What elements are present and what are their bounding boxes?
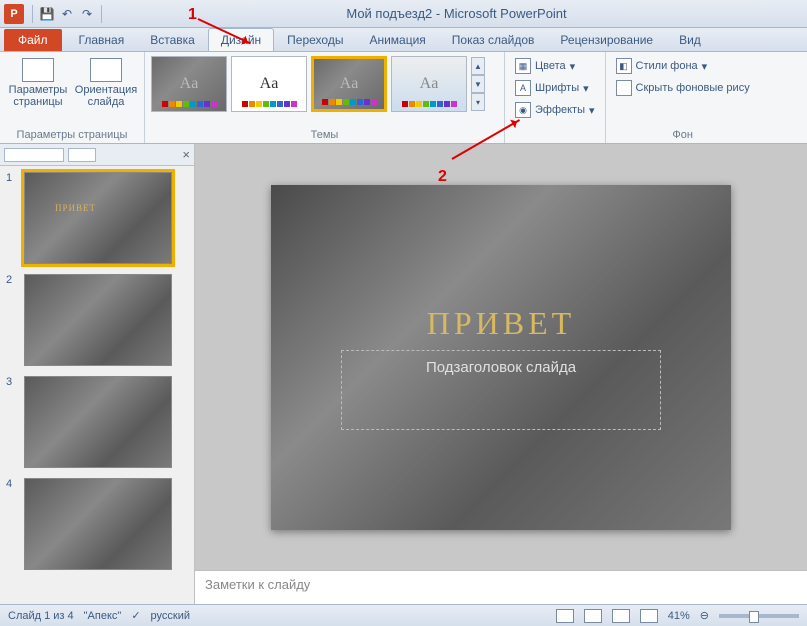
group-page-setup: Параметры страницы Ориентация слайда Пар… <box>0 52 145 143</box>
main-area: × 1 ПРИВЕТ 2 3 4 <box>0 144 807 604</box>
thumb-num: 4 <box>6 478 18 570</box>
group-theme-options: ▦ Цвета ▾ A Шрифты ▾ ◉ Эффекты ▾ <box>505 52 606 143</box>
group-themes: Aa Aa Aa Aa ▲ ▼ ▾ <box>145 52 505 143</box>
thumbs-list: 1 ПРИВЕТ 2 3 4 <box>0 166 194 604</box>
fonts-button[interactable]: A Шрифты ▾ <box>511 78 599 98</box>
tab-design[interactable]: Дизайн <box>208 28 274 51</box>
zoom-value: 41% <box>668 610 690 622</box>
group-background: ◧ Стили фона ▾ Скрыть фоновые рису Фон <box>606 52 760 143</box>
tab-home[interactable]: Главная <box>66 28 138 51</box>
group-label-background: Фон <box>612 127 754 141</box>
slide-thumb-4[interactable] <box>24 478 172 570</box>
outline-tab[interactable] <box>68 148 96 162</box>
orientation-label: Ориентация слайда <box>75 84 137 108</box>
theme-thumb-1[interactable]: Aa <box>151 56 227 112</box>
tab-review[interactable]: Рецензирование <box>547 28 666 51</box>
close-panel-icon[interactable]: × <box>182 147 190 162</box>
slide-subtitle-placeholder[interactable]: Подзаголовок слайда <box>341 350 661 430</box>
bg-styles-button[interactable]: ◧ Стили фона ▾ <box>612 56 754 76</box>
page-setup-button[interactable]: Параметры страницы <box>6 56 70 110</box>
file-tab[interactable]: Файл <box>4 29 62 51</box>
notes-pane[interactable]: Заметки к слайду <box>195 570 807 604</box>
slide-thumb-1[interactable]: ПРИВЕТ <box>24 172 172 264</box>
group-label-page-setup: Параметры страницы <box>6 127 138 141</box>
theme-thumb-3-selected[interactable]: Aa <box>311 56 387 112</box>
tab-view[interactable]: Вид <box>666 28 714 51</box>
ribbon: Параметры страницы Ориентация слайда Пар… <box>0 52 807 144</box>
thumb-num: 2 <box>6 274 18 366</box>
view-sorter[interactable] <box>584 609 602 623</box>
tab-slideshow[interactable]: Показ слайдов <box>439 28 548 51</box>
tab-transitions[interactable]: Переходы <box>274 28 356 51</box>
gallery-more[interactable]: ▾ <box>471 93 485 111</box>
page-setup-icon <box>22 58 54 82</box>
gallery-down[interactable]: ▼ <box>471 75 485 93</box>
colors-button[interactable]: ▦ Цвета ▾ <box>511 56 599 76</box>
theme-thumb-2[interactable]: Aa <box>231 56 307 112</box>
orientation-button[interactable]: Ориентация слайда <box>74 56 138 110</box>
slide-thumb-3[interactable] <box>24 376 172 468</box>
statusbar: Слайд 1 из 4 "Апекс" ✓ русский 41% ⊖ <box>0 604 807 626</box>
slide-title[interactable]: ПРИВЕТ <box>271 305 731 342</box>
orientation-icon <box>90 58 122 82</box>
titlebar: P 💾 ↶ ↷ Мой подъезд2 - Microsoft PowerPo… <box>0 0 807 28</box>
thumb-num: 3 <box>6 376 18 468</box>
window-title: Мой подъезд2 - Microsoft PowerPoint <box>106 6 807 21</box>
app-icon: P <box>4 4 24 24</box>
page-setup-label: Параметры страницы <box>8 84 68 108</box>
thumb-num: 1 <box>6 172 18 264</box>
canvas-area[interactable]: ПРИВЕТ Подзаголовок слайда <box>195 144 807 570</box>
gallery-up[interactable]: ▲ <box>471 57 485 75</box>
redo-button[interactable]: ↷ <box>77 4 97 24</box>
view-normal[interactable] <box>556 609 574 623</box>
undo-button[interactable]: ↶ <box>57 4 77 24</box>
zoom-slider[interactable] <box>719 614 799 618</box>
spell-icon[interactable]: ✓ <box>131 609 140 622</box>
thumb-row-1: 1 ПРИВЕТ <box>6 172 188 264</box>
separator <box>32 5 33 23</box>
tab-insert[interactable]: Вставка <box>137 28 208 51</box>
view-reading[interactable] <box>612 609 630 623</box>
language-status[interactable]: русский <box>151 610 190 622</box>
hide-bg-checkbox[interactable]: Скрыть фоновые рису <box>612 78 754 98</box>
thumbnails-panel: × 1 ПРИВЕТ 2 3 4 <box>0 144 195 604</box>
theme-name: "Апекс" <box>84 610 122 622</box>
bg-styles-icon: ◧ <box>616 58 632 74</box>
group-label-theme-opts <box>511 127 599 141</box>
thumb-row-2: 2 <box>6 274 188 366</box>
effects-button[interactable]: ◉ Эффекты ▾ <box>511 100 599 120</box>
slides-tab[interactable] <box>4 148 64 162</box>
canvas-wrap: ПРИВЕТ Подзаголовок слайда Заметки к сла… <box>195 144 807 604</box>
ribbon-tabs: Файл Главная Вставка Дизайн Переходы Ани… <box>0 28 807 52</box>
fonts-icon: A <box>515 80 531 96</box>
theme-gallery: Aa Aa Aa Aa ▲ ▼ ▾ <box>151 56 485 112</box>
slide-counter: Слайд 1 из 4 <box>8 610 74 622</box>
colors-icon: ▦ <box>515 58 531 74</box>
separator <box>101 5 102 23</box>
thumb-row-3: 3 <box>6 376 188 468</box>
view-slideshow[interactable] <box>640 609 658 623</box>
tab-animations[interactable]: Анимация <box>356 28 438 51</box>
zoom-out[interactable]: ⊖ <box>700 609 709 622</box>
effects-icon: ◉ <box>515 102 531 118</box>
slide-thumb-2[interactable] <box>24 274 172 366</box>
theme-thumb-4[interactable]: Aa <box>391 56 467 112</box>
checkbox-icon <box>616 80 632 96</box>
thumbs-header: × <box>0 144 194 166</box>
gallery-scroll: ▲ ▼ ▾ <box>471 57 485 111</box>
group-label-themes: Темы <box>151 127 498 141</box>
save-button[interactable]: 💾 <box>37 4 57 24</box>
thumb-row-4: 4 <box>6 478 188 570</box>
slide[interactable]: ПРИВЕТ Подзаголовок слайда <box>271 185 731 530</box>
